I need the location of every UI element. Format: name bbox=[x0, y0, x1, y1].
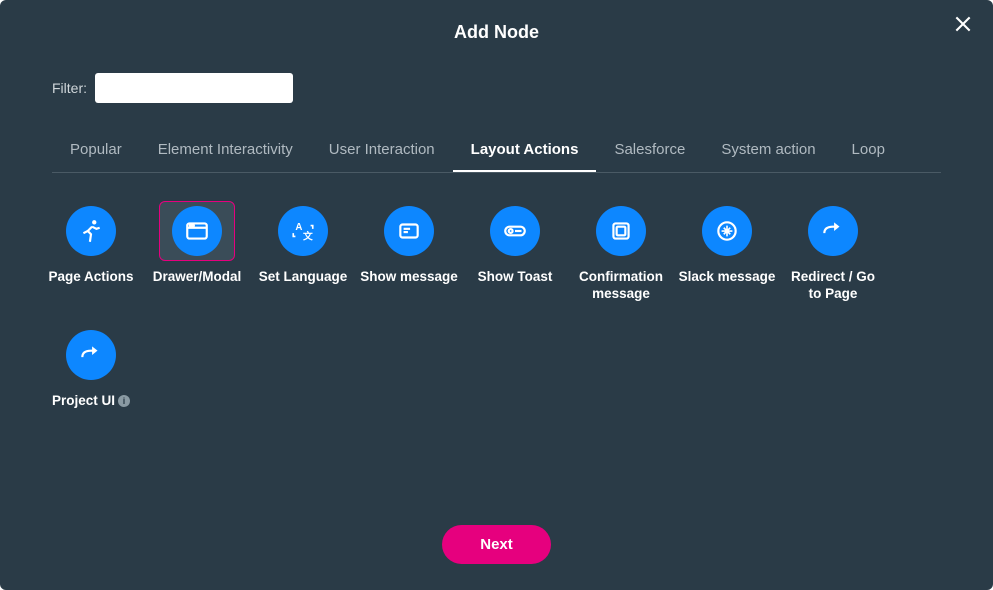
node-label: Show Toast bbox=[478, 269, 553, 286]
language-icon: A文 bbox=[278, 206, 328, 256]
node-show-message[interactable]: Show message bbox=[356, 201, 462, 303]
filter-label: Filter: bbox=[52, 80, 87, 96]
node-confirmation-message[interactable]: Confirmation message bbox=[568, 201, 674, 303]
node-icon-wrap bbox=[53, 325, 129, 385]
node-label: Page Actions bbox=[48, 269, 133, 286]
node-grid: Page Actions Drawer/Modal A文 Set Languag… bbox=[0, 173, 993, 432]
node-icon-wrap bbox=[477, 201, 553, 261]
tab-user-interaction[interactable]: User Interaction bbox=[311, 131, 453, 172]
node-icon-wrap bbox=[689, 201, 765, 261]
confirm-icon bbox=[596, 206, 646, 256]
filter-row: Filter: bbox=[52, 73, 993, 103]
node-label: Drawer/Modal bbox=[153, 269, 242, 286]
node-label: Set Language bbox=[259, 269, 348, 286]
next-button[interactable]: Next bbox=[442, 525, 551, 564]
node-label: Show message bbox=[360, 269, 458, 286]
node-redirect-page[interactable]: Redirect / Go to Page bbox=[780, 201, 886, 303]
close-button[interactable] bbox=[949, 12, 977, 40]
filter-input[interactable] bbox=[95, 73, 293, 103]
running-icon bbox=[66, 206, 116, 256]
close-icon bbox=[953, 14, 973, 39]
node-icon-wrap bbox=[371, 201, 447, 261]
tab-system-action[interactable]: System action bbox=[703, 131, 833, 172]
redirect-icon bbox=[808, 206, 858, 256]
tab-loop[interactable]: Loop bbox=[834, 131, 903, 172]
tab-element-interactivity[interactable]: Element Interactivity bbox=[140, 131, 311, 172]
toast-icon bbox=[490, 206, 540, 256]
node-icon-wrap bbox=[795, 201, 871, 261]
message-icon bbox=[384, 206, 434, 256]
tabs: Popular Element Interactivity User Inter… bbox=[52, 131, 941, 173]
window-icon bbox=[172, 206, 222, 256]
info-badge-icon: i bbox=[118, 395, 130, 407]
node-label: Confirmation message bbox=[571, 269, 671, 303]
node-icon-wrap: A文 bbox=[265, 201, 341, 261]
node-page-actions[interactable]: Page Actions bbox=[38, 201, 144, 303]
node-label-text: Project UI bbox=[52, 393, 115, 408]
node-icon-wrap bbox=[583, 201, 659, 261]
node-project-ui[interactable]: Project UIi bbox=[38, 325, 144, 410]
dialog-footer: Next bbox=[0, 525, 993, 564]
node-show-toast[interactable]: Show Toast bbox=[462, 201, 568, 303]
redirect-icon bbox=[66, 330, 116, 380]
tab-salesforce[interactable]: Salesforce bbox=[596, 131, 703, 172]
tab-popular[interactable]: Popular bbox=[52, 131, 140, 172]
svg-text:文: 文 bbox=[303, 230, 313, 243]
node-set-language[interactable]: A文 Set Language bbox=[250, 201, 356, 303]
node-label: Project UIi bbox=[52, 393, 130, 410]
dialog-title: Add Node bbox=[0, 0, 993, 43]
add-node-dialog: Add Node Filter: Popular Element Interac… bbox=[0, 0, 993, 590]
slack-icon bbox=[702, 206, 752, 256]
node-slack-message[interactable]: Slack message bbox=[674, 201, 780, 303]
node-label: Redirect / Go to Page bbox=[783, 269, 883, 303]
node-drawer-modal[interactable]: Drawer/Modal bbox=[144, 201, 250, 303]
node-label: Slack message bbox=[679, 269, 776, 286]
node-icon-wrap bbox=[53, 201, 129, 261]
svg-text:A: A bbox=[295, 222, 302, 233]
node-icon-wrap bbox=[159, 201, 235, 261]
tab-layout-actions[interactable]: Layout Actions bbox=[453, 131, 597, 172]
